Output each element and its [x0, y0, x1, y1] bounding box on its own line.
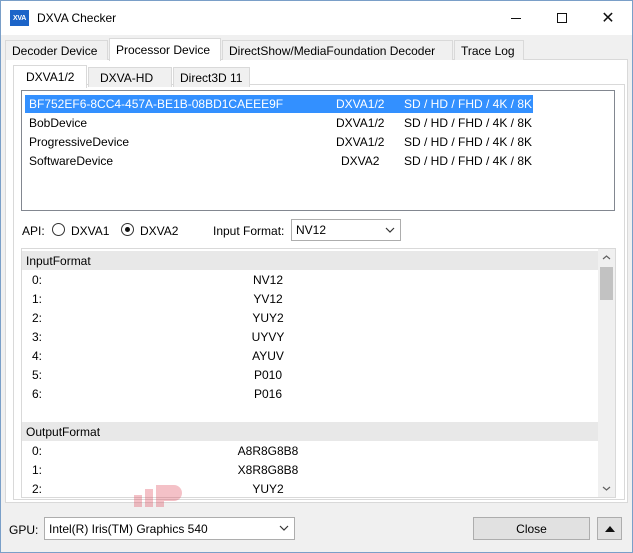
window-close-button[interactable]: ✕: [585, 1, 631, 35]
format-index: 3:: [32, 330, 43, 344]
format-row: 1: YV12: [22, 289, 599, 308]
device-row[interactable]: BF752EF6-8CC4-457A-BE1B-08BD1CAEEE9F DXV…: [25, 95, 533, 113]
app-icon: XVA: [10, 10, 29, 26]
device-name: SoftwareDevice: [29, 154, 114, 168]
window-title: DXVA Checker: [37, 11, 117, 25]
scroll-down-icon[interactable]: [598, 480, 615, 497]
format-value: X8R8G8B8: [237, 463, 299, 477]
format-index: 2:: [32, 482, 43, 496]
format-index: 1:: [32, 463, 43, 477]
device-resolutions: SD / HD / FHD / 4K / 8K: [404, 135, 533, 149]
expand-button[interactable]: [597, 517, 622, 540]
device-row[interactable]: SoftwareDevice DXVA2 SD / HD / FHD / 4K …: [25, 152, 533, 170]
input-format-value: NV12: [296, 223, 327, 237]
format-row: 2: YUY2: [22, 479, 599, 497]
api-label: API:: [22, 224, 45, 238]
radio-dxva2[interactable]: [121, 223, 134, 236]
watermark-logo: [134, 485, 182, 507]
format-list[interactable]: InputFormat 0: NV12 1: YV12 2: YUY2 3: U…: [21, 248, 616, 498]
maximize-icon: [557, 13, 567, 23]
tab-trace-log[interactable]: Trace Log: [454, 40, 524, 60]
vertical-scrollbar[interactable]: [598, 249, 615, 497]
radio-dxva1[interactable]: [52, 223, 65, 236]
format-value: YUY2: [252, 311, 284, 325]
format-value: YV12: [253, 292, 283, 306]
subtab-dxva12[interactable]: DXVA1/2: [13, 65, 87, 88]
device-api: DXVA1/2: [336, 97, 385, 111]
format-index: 0:: [32, 444, 43, 458]
input-format-label: Input Format:: [213, 224, 285, 238]
tab-processor-device[interactable]: Processor Device: [109, 38, 221, 61]
triangle-up-icon: [604, 525, 615, 532]
radio-dxva2-label[interactable]: DXVA2: [140, 224, 178, 238]
gpu-select[interactable]: Intel(R) Iris(TM) Graphics 540: [44, 517, 295, 540]
tab-decoder-device[interactable]: Decoder Device: [5, 40, 108, 60]
group-header-inputformat: InputFormat: [22, 251, 599, 270]
subtab-direct3d-11[interactable]: Direct3D 11: [173, 67, 250, 87]
minimize-button[interactable]: [493, 1, 539, 35]
gpu-label: GPU:: [9, 523, 39, 537]
format-index: 1:: [32, 292, 43, 306]
format-index: 4:: [32, 349, 43, 363]
input-format-select[interactable]: NV12: [291, 219, 401, 241]
format-row: 5: P010: [22, 365, 599, 384]
format-value: P016: [253, 387, 283, 401]
format-row: 0: NV12: [22, 270, 599, 289]
format-index: 6:: [32, 387, 43, 401]
format-value: AYUV: [252, 349, 284, 363]
device-resolutions: SD / HD / FHD / 4K / 8K: [404, 97, 533, 111]
device-name: ProgressiveDevice: [29, 135, 130, 149]
api-row: API: DXVA1 DXVA2 Input Format: NV12: [22, 219, 622, 243]
format-value: A8R8G8B8: [237, 444, 299, 458]
format-row: 4: AYUV: [22, 346, 599, 365]
device-api: DXVA1/2: [336, 116, 385, 130]
format-row: 3: UYVY: [22, 327, 599, 346]
chevron-down-icon: [383, 223, 397, 237]
tab-directshow-mediafoundation-decoder[interactable]: DirectShow/MediaFoundation Decoder: [222, 40, 453, 60]
minimize-icon: [511, 17, 521, 19]
device-list[interactable]: BF752EF6-8CC4-457A-BE1B-08BD1CAEEE9F DXV…: [21, 90, 615, 211]
chevron-down-icon: [277, 521, 291, 535]
format-row: 0: A8R8G8B8: [22, 441, 599, 460]
device-row[interactable]: BobDevice DXVA1/2 SD / HD / FHD / 4K / 8…: [25, 114, 533, 132]
gpu-value: Intel(R) Iris(TM) Graphics 540: [49, 521, 208, 536]
device-resolutions: SD / HD / FHD / 4K / 8K: [404, 116, 533, 130]
scroll-thumb[interactable]: [600, 267, 613, 300]
device-row[interactable]: ProgressiveDevice DXVA1/2 SD / HD / FHD …: [25, 133, 533, 151]
radio-dxva1-label[interactable]: DXVA1: [71, 224, 109, 238]
group-header-outputformat: OutputFormat: [22, 422, 599, 441]
device-api: DXVA2: [341, 154, 380, 168]
format-row: 1: X8R8G8B8: [22, 460, 599, 479]
device-name: BF752EF6-8CC4-457A-BE1B-08BD1CAEEE9F: [29, 97, 284, 111]
device-api: DXVA1/2: [336, 135, 385, 149]
format-index: 5:: [32, 368, 43, 382]
scroll-up-icon[interactable]: [598, 249, 615, 266]
close-icon: ✕: [601, 10, 615, 27]
format-index: 2:: [32, 311, 43, 325]
device-name: BobDevice: [29, 116, 88, 130]
subtab-dxva-hd[interactable]: DXVA-HD: [88, 67, 172, 87]
device-resolutions: SD / HD / FHD / 4K / 8K: [404, 154, 533, 168]
title-bar: XVA DXVA Checker ✕: [1, 1, 632, 35]
format-value: UYVY: [251, 330, 285, 344]
format-value: NV12: [252, 273, 284, 287]
close-button[interactable]: Close: [473, 517, 590, 540]
format-row: 6: P016: [22, 384, 599, 403]
maximize-button[interactable]: [539, 1, 585, 35]
format-index: 0:: [32, 273, 43, 287]
format-value: P010: [253, 368, 283, 382]
app-window: XVA DXVA Checker ✕ Decoder Device Proces…: [0, 0, 633, 553]
format-value: YUY2: [252, 482, 284, 496]
format-row: 2: YUY2: [22, 308, 599, 327]
